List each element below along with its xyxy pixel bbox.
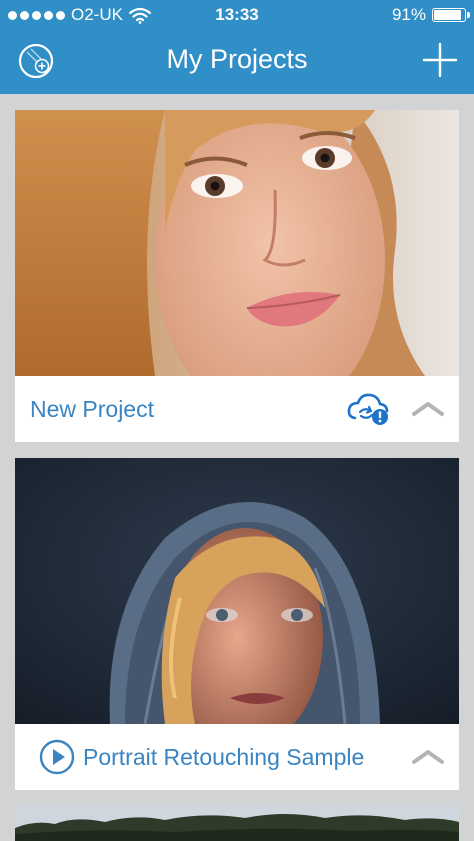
page-title: My Projects [166,44,308,74]
battery-icon [432,8,470,22]
project-thumbnail-portrait-woman[interactable] [15,110,459,376]
project-card-footer: New Project [15,376,459,442]
project-card-portrait-retouching-sample[interactable]: Portrait Retouching Sample [15,458,459,790]
project-card-new-project[interactable]: New Project [15,110,459,442]
project-card-footer: Portrait Retouching Sample [15,724,459,790]
project-thumbnail-hooded-portrait[interactable] [15,458,459,724]
app-header: O2-UK 13:33 91% My Projects [0,0,474,94]
project-thumbnail-landscape[interactable] [15,806,459,841]
status-bar: O2-UK 13:33 91% [0,0,474,30]
battery-percent: 91% [391,5,426,24]
chevron-up-icon[interactable] [411,396,445,420]
plus-icon[interactable] [420,40,460,80]
chevron-up-icon[interactable] [411,744,445,768]
battery-level [434,10,462,20]
cloud-sync-alert-icon[interactable] [347,390,391,426]
project-title[interactable]: Portrait Retouching Sample [83,744,364,771]
project-card-partial[interactable] [15,806,459,841]
status-right: 91% [391,5,470,25]
play-icon[interactable] [39,739,75,775]
project-title[interactable]: New Project [30,396,154,423]
